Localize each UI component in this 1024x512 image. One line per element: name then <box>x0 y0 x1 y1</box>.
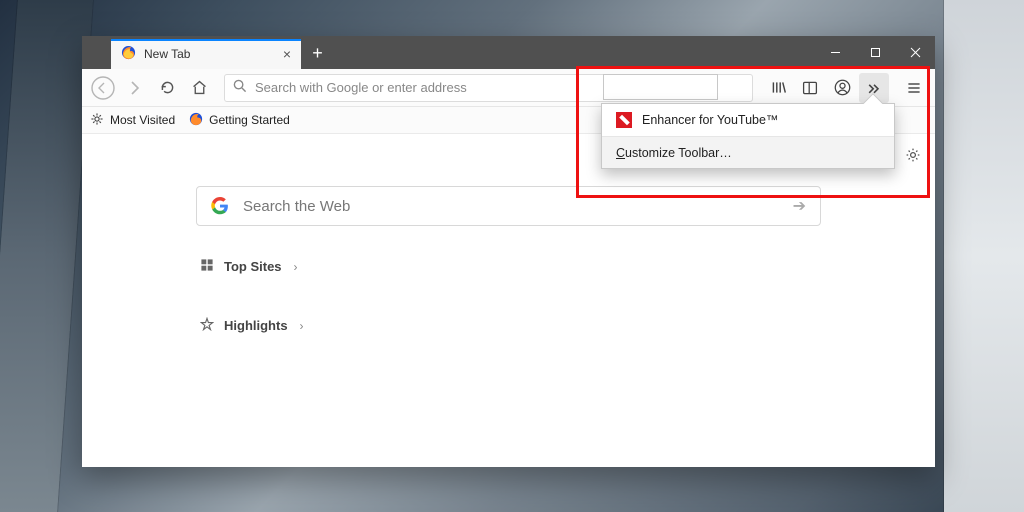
section-label: Highlights <box>224 318 288 333</box>
section-label: Top Sites <box>224 259 282 274</box>
top-sites-header[interactable]: Top Sites › <box>200 258 935 275</box>
window-controls <box>815 36 935 69</box>
most-visited-icon <box>90 112 104 129</box>
newtab-content: Search the Web ➔ Top Sites › Highli <box>82 134 935 467</box>
app-menu-button[interactable] <box>899 73 929 103</box>
newtab-search-placeholder: Search the Web <box>243 198 350 215</box>
newtab-search-box[interactable]: Search the Web ➔ <box>196 186 821 226</box>
address-bar-placeholder: Search with Google or enter address <box>255 80 467 95</box>
library-button[interactable] <box>763 73 793 103</box>
tabstrip-spacer <box>82 36 111 69</box>
chevron-right-icon: › <box>294 260 298 274</box>
tab-close-button[interactable]: × <box>283 47 291 61</box>
bookmark-most-visited[interactable]: Most Visited <box>90 112 175 129</box>
search-submit-arrow-icon[interactable]: ➔ <box>793 196 806 216</box>
active-tab-indicator <box>111 39 301 41</box>
bookmark-getting-started[interactable]: Getting Started <box>189 112 290 129</box>
nav-toolbar: Search with Google or enter address <box>82 69 935 107</box>
firefox-window: New Tab × + <box>82 36 935 467</box>
chevron-right-icon: › <box>300 319 304 333</box>
highlights-icon <box>200 317 214 334</box>
newtab-settings-button[interactable] <box>905 147 921 166</box>
tab-strip: New Tab × + <box>82 36 935 69</box>
sidebar-button[interactable] <box>795 73 825 103</box>
home-button[interactable] <box>184 73 214 103</box>
customize-toolbar-label: Customize Toolbar… <box>616 146 732 160</box>
overflow-menu-panel: Enhancer for YouTube™ Customize Toolbar… <box>601 103 895 169</box>
search-icon <box>233 79 247 96</box>
overflow-item-enhancer-for-youtube[interactable]: Enhancer for YouTube™ <box>602 104 894 136</box>
tab-title: New Tab <box>144 47 190 61</box>
forward-button[interactable] <box>120 73 150 103</box>
bookmark-label: Most Visited <box>110 113 175 127</box>
enhancer-for-youtube-icon <box>616 112 632 128</box>
bookmark-label: Getting Started <box>209 113 290 127</box>
firefox-favicon <box>189 112 203 129</box>
window-minimize-button[interactable] <box>815 36 855 69</box>
window-close-button[interactable] <box>895 36 935 69</box>
browser-tab[interactable]: New Tab × <box>111 39 301 69</box>
back-button[interactable] <box>88 73 118 103</box>
customize-toolbar-item[interactable]: Customize Toolbar… <box>602 136 894 168</box>
google-icon <box>211 197 229 215</box>
extension-name: Enhancer for YouTube™ <box>642 113 778 127</box>
firefox-favicon <box>121 45 136 63</box>
reload-button[interactable] <box>152 73 182 103</box>
extension-search-field[interactable] <box>603 74 718 100</box>
account-button[interactable] <box>827 73 857 103</box>
highlights-header[interactable]: Highlights › <box>200 317 935 334</box>
top-sites-icon <box>200 258 214 275</box>
window-maximize-button[interactable] <box>855 36 895 69</box>
new-tab-button[interactable]: + <box>301 36 334 69</box>
